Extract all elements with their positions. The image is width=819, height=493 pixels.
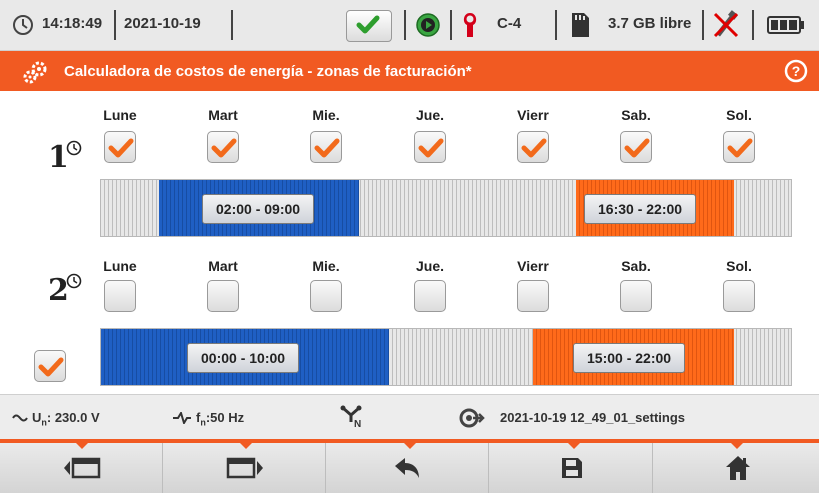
battery-icon [767, 16, 804, 34]
status-ok-button[interactable] [346, 10, 392, 42]
zone2-day-checkbox[interactable] [517, 280, 549, 312]
zone1-day-checkbox[interactable] [104, 131, 136, 163]
clock-icon [13, 15, 33, 35]
check-icon [727, 138, 753, 158]
divider [702, 10, 704, 40]
check-icon [418, 138, 444, 158]
voltage-symbol: U [32, 410, 42, 425]
zone2-day-label: Jue. [415, 258, 445, 274]
home-icon [726, 456, 750, 480]
play-icon [416, 13, 440, 37]
zone-2-timeline[interactable]: 00:00 - 10:00 15:00 - 22:00 [100, 328, 792, 386]
svg-text:N: N [354, 419, 361, 430]
divider [114, 10, 116, 40]
zone1-day-checkbox[interactable] [620, 131, 652, 163]
zone2-day-label: Sol. [726, 258, 752, 274]
zone1-day-label: Jue. [415, 107, 445, 123]
storage-free: 3.7 GB libre [608, 15, 692, 32]
zone1-day-checkbox[interactable] [517, 131, 549, 163]
zone-1-icon: 1 [48, 140, 82, 175]
check-icon [211, 138, 237, 158]
zone-2-range-1-label: 00:00 - 10:00 [187, 343, 300, 373]
network-icon: N [340, 405, 362, 430]
zone1-day-label: Mie. [312, 107, 340, 123]
settings-file-name: 2021-10-19 12_49_01_settings [500, 410, 686, 425]
page-title: Calculadora de costos de energía - zonas… [64, 63, 472, 80]
settings-file-icon [459, 408, 485, 428]
clock-icon [66, 140, 82, 156]
nominal-frequency: fn:50 Hz [196, 410, 244, 428]
zone1-day-checkbox[interactable] [207, 131, 239, 163]
zone2-day-label: Mart [208, 258, 238, 274]
prev-screen-button[interactable] [0, 443, 163, 493]
status-time: 14:18:49 [42, 15, 103, 32]
zone1-day-checkbox[interactable] [723, 131, 755, 163]
sine-icon [12, 414, 28, 422]
zone-2-icon: 2 [48, 273, 82, 308]
zone-1-range-1-label: 02:00 - 09:00 [202, 194, 315, 224]
zone-1-timeline[interactable]: 02:00 - 09:00 16:30 - 22:00 [100, 179, 792, 237]
title-bar: Calculadora de costos de energía - zonas… [0, 51, 819, 91]
svg-text:?: ? [792, 63, 801, 79]
nominal-voltage: Un: 230.0 V [32, 410, 100, 428]
zone-2-range-2-label: 15:00 - 22:00 [573, 343, 686, 373]
next-screen-button[interactable] [163, 443, 326, 493]
next-screen-icon [226, 457, 263, 479]
zone2-day-label: Lune [103, 258, 137, 274]
check-icon [38, 357, 64, 377]
check-icon [108, 138, 134, 158]
zone2-day-checkbox[interactable] [723, 280, 755, 312]
zone1-day-checkbox[interactable] [310, 131, 342, 163]
zone2-day-label: Vierr [517, 258, 549, 274]
clock-icon [66, 273, 82, 289]
zone2-day-checkbox[interactable] [104, 280, 136, 312]
zone1-day-label: Lune [103, 107, 137, 123]
zone-2-enable-checkbox[interactable] [34, 350, 66, 382]
divider [231, 10, 233, 40]
clamp-icon [463, 13, 477, 37]
back-button[interactable] [326, 443, 489, 493]
check-icon [314, 138, 340, 158]
gears-icon [23, 61, 47, 84]
zone2-day-checkbox[interactable] [207, 280, 239, 312]
divider [450, 10, 452, 40]
zone2-day-label: Mie. [312, 258, 340, 274]
home-button[interactable] [654, 443, 819, 493]
save-button[interactable] [490, 443, 653, 493]
status-date: 2021-10-19 [124, 15, 201, 32]
zone2-day-checkbox[interactable] [414, 280, 446, 312]
check-icon [356, 15, 380, 34]
check-icon [624, 138, 650, 158]
info-bar: Un: 230.0 V fn:50 Hz N 2021-10-19 12_49_… [0, 394, 819, 440]
divider [404, 10, 406, 40]
sd-card-icon [572, 13, 589, 37]
help-icon[interactable]: ? [784, 59, 808, 83]
status-bar: 14:18:49 2021-10-19 C-4 3.7 GB libre [0, 0, 819, 51]
back-icon [395, 458, 419, 478]
zone2-day-checkbox[interactable] [310, 280, 342, 312]
zone1-day-checkbox[interactable] [414, 131, 446, 163]
divider [752, 10, 754, 40]
zone1-day-label: Mart [208, 107, 238, 123]
usb-disconnected-icon [713, 10, 739, 38]
voltage-value: : 230.0 V [46, 410, 100, 425]
frequency-icon [173, 412, 191, 424]
divider [555, 10, 557, 40]
frequency-value: :50 Hz [205, 410, 245, 425]
zone-1-range-2-label: 16:30 - 22:00 [584, 194, 697, 224]
zone1-day-label: Vierr [517, 107, 549, 123]
zone2-day-label: Sab. [621, 258, 651, 274]
check-icon [521, 138, 547, 158]
prev-screen-icon [64, 457, 101, 479]
zone2-day-checkbox[interactable] [620, 280, 652, 312]
channel-label: C-4 [497, 15, 522, 32]
zone1-day-label: Sol. [726, 107, 752, 123]
save-icon [562, 458, 582, 478]
zone1-day-label: Sab. [621, 107, 651, 123]
